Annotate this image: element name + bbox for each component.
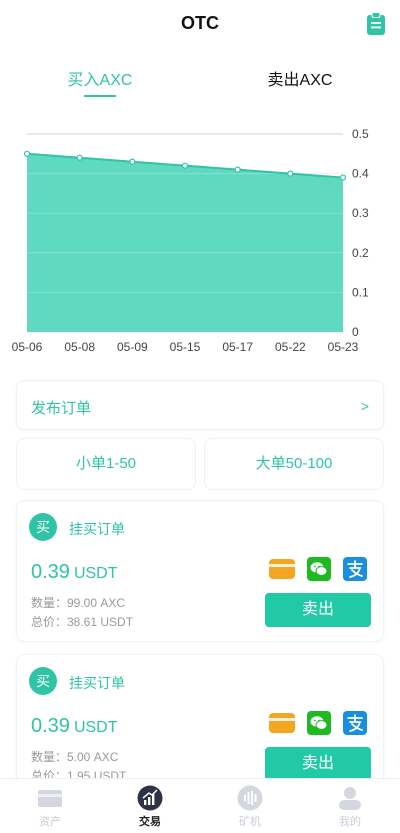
- sell-button[interactable]: 卖出: [265, 593, 371, 627]
- buy-badge: 买: [29, 513, 57, 541]
- order-card: 买 挂买订单 0.39 USDT 数量：5.00 AXC 总价：1.95 USDT…: [16, 654, 384, 796]
- y-tick-label: 0: [352, 325, 359, 339]
- order-title: 挂买订单: [69, 521, 125, 537]
- chart-data-point: [76, 154, 83, 161]
- bank-card-icon: [269, 559, 295, 579]
- wechat-pay-icon: [307, 711, 331, 735]
- chart-data-point: [234, 166, 241, 173]
- price-unit: USDT: [73, 565, 118, 582]
- tabbar-label: 交易: [139, 816, 161, 828]
- x-tick-label: 05-22: [275, 340, 306, 354]
- chart-data-point: [339, 174, 347, 181]
- tabbar-label: 资产: [39, 816, 61, 828]
- y-tick-label: 0.3: [352, 206, 369, 220]
- price-area-chart: 0.5 0.4 0.3 0.2 0.1 0 05-06 05-08 05-09 05-15 05-1…: [12, 127, 369, 354]
- wallet-icon: [38, 790, 62, 807]
- sell-button[interactable]: 卖出: [265, 747, 371, 781]
- alipay-icon: [343, 557, 367, 581]
- y-tick-label: 0.4: [352, 167, 369, 181]
- miner-icon: [237, 785, 263, 811]
- chart-data-point: [181, 162, 189, 169]
- tabbar-label: 矿机: [239, 816, 261, 828]
- header-bar: OTC: [0, 0, 400, 48]
- clipboard-icon[interactable]: [366, 12, 386, 36]
- x-tick-label: 05-15: [170, 340, 201, 354]
- y-tick-label: 0.1: [352, 285, 369, 299]
- order-title: 挂买订单: [69, 675, 125, 691]
- small-order-filter-button[interactable]: 小单1-50: [16, 438, 196, 490]
- order-card: 买 挂买订单 0.39 USDT 数量：99.00 AXC 总价：38.61 US…: [16, 500, 384, 642]
- x-tick-label: 05-17: [222, 340, 253, 354]
- tabbar-label: 我的: [339, 816, 361, 828]
- order-price: 0.39 USDT: [31, 561, 118, 584]
- chart-data-point: [287, 170, 294, 177]
- tab-buy-axc[interactable]: 买入AXC: [0, 66, 200, 90]
- chart-area-fill: [27, 153, 343, 332]
- buy-badge: 买: [29, 667, 57, 695]
- page-title: OTC: [181, 13, 219, 33]
- tabbar-item-miner[interactable]: 矿机: [200, 785, 300, 829]
- trade-tabs: 买入AXC 卖出AXC: [0, 56, 400, 106]
- publish-order-label: 发布订单: [31, 400, 92, 417]
- trade-chart-icon: [137, 785, 163, 811]
- chart-data-point: [23, 150, 31, 157]
- publish-order-row[interactable]: 发布订单 >: [16, 380, 384, 430]
- alipay-icon: [343, 711, 367, 735]
- price-unit: USDT: [73, 719, 118, 736]
- user-icon: [339, 787, 361, 810]
- large-order-filter-button[interactable]: 大单50-100: [204, 438, 384, 490]
- x-tick-label: 05-06: [12, 340, 43, 354]
- tabbar-item-assets[interactable]: 资产: [0, 785, 100, 829]
- x-tick-label: 05-08: [64, 340, 95, 354]
- bottom-tab-bar: 资产 交易 矿机 我的: [0, 778, 400, 833]
- price-value: 0.39: [31, 561, 70, 583]
- y-tick-label: 0.5: [352, 127, 369, 141]
- y-tick-label: 0.2: [352, 246, 369, 260]
- price-value: 0.39: [31, 715, 70, 737]
- order-quantity: 数量：99.00 AXC: [31, 596, 126, 610]
- wechat-pay-icon: [307, 557, 331, 581]
- chart-data-point: [129, 158, 136, 165]
- tabbar-item-mine[interactable]: 我的: [300, 785, 400, 829]
- tabbar-item-trade[interactable]: 交易: [100, 785, 200, 829]
- x-tick-label: 05-23: [328, 340, 359, 354]
- order-price: 0.39 USDT: [31, 715, 118, 738]
- chevron-right-icon: >: [360, 398, 369, 414]
- order-quantity: 数量：5.00 AXC: [31, 750, 119, 764]
- bank-card-icon: [269, 713, 295, 733]
- order-total: 总价：38.61 USDT: [31, 615, 134, 629]
- tab-sell-axc[interactable]: 卖出AXC: [200, 66, 400, 90]
- active-tab-indicator: [84, 95, 116, 97]
- x-tick-label: 05-09: [117, 340, 148, 354]
